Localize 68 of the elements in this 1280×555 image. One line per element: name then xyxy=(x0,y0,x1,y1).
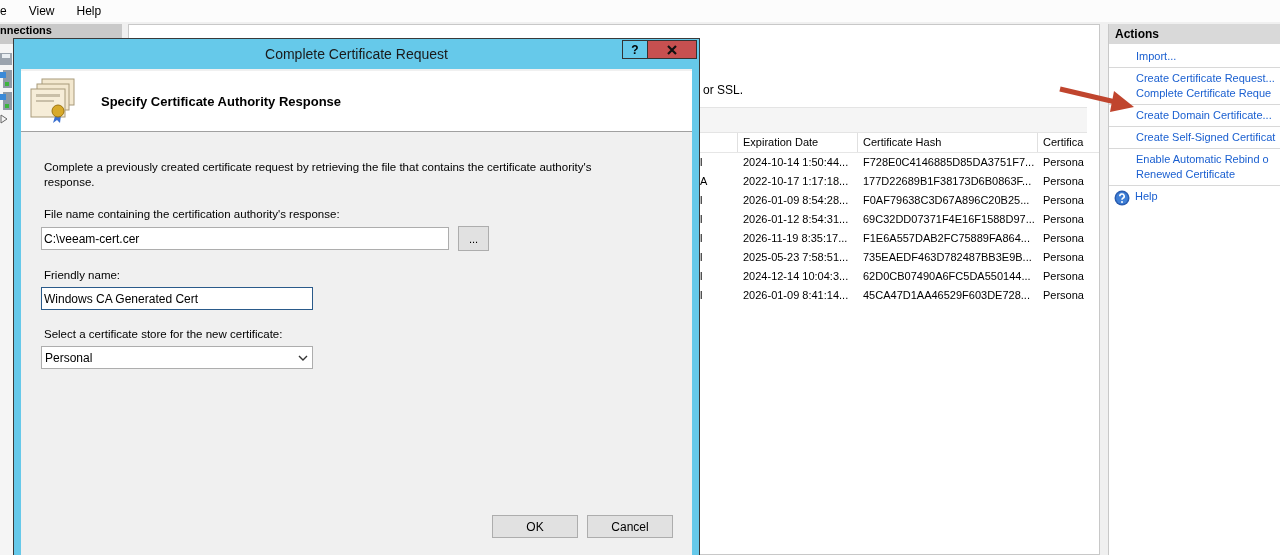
table-cell-text: Persona xyxy=(1042,269,1085,284)
table-cell-text: l xyxy=(700,250,704,265)
dialog-button[interactable]: Cancel xyxy=(587,515,673,538)
table-cell-text: 69C32DD07371F4E16F1588D97... xyxy=(862,212,1036,227)
table-cell-text: l xyxy=(700,212,704,227)
action-link[interactable]: Create Domain Certificate... xyxy=(1136,108,1272,123)
panel-title: Actions xyxy=(1109,24,1280,44)
table-cell-text: 2026-11-19 8:35:17... xyxy=(742,231,849,246)
table-cell-text: 177D22689B1F38173D6B0863F... xyxy=(862,174,1033,189)
chevron-icon xyxy=(298,354,308,361)
table-cell-text: 2025-05-23 7:58:51... xyxy=(742,250,850,265)
table-cell-text: l xyxy=(700,155,704,170)
action-link[interactable]: Help xyxy=(1135,189,1158,204)
action-link[interactable]: Create Self-Signed Certificat xyxy=(1136,130,1276,145)
table-cell-text: 62D0CB07490A6FC5DA550144... xyxy=(862,269,1032,284)
table-cell-text: l xyxy=(700,231,704,246)
column-header[interactable]: Expiration Date xyxy=(738,133,858,152)
column-header[interactable]: Certifica xyxy=(1038,133,1086,152)
help-icon xyxy=(1114,190,1130,206)
expand-icon xyxy=(0,114,8,124)
table-cell-text: l xyxy=(700,269,704,284)
menu-item[interactable]: e xyxy=(0,4,7,18)
close-icon xyxy=(667,44,677,55)
table-cell-text: Persona xyxy=(1042,212,1085,227)
table-cell-text: 2024-12-14 10:04:3... xyxy=(742,269,850,284)
close-button[interactable] xyxy=(647,40,697,59)
field-label: Select a certificate store for the new certificate: xyxy=(44,328,284,340)
table-cell-text: 2022-10-17 1:17:18... xyxy=(742,174,850,189)
table-cell-text: Persona xyxy=(1042,155,1085,170)
server-icon xyxy=(0,70,12,88)
table-cell-text: 735EAEDF463D782487BB3E9B... xyxy=(862,250,1033,265)
description-text: or SSL. xyxy=(702,82,745,98)
server-icon xyxy=(0,92,12,110)
dropdown[interactable]: Personal xyxy=(41,346,313,369)
description-text: Complete a previously created certificate request by retrieving the file that contains the certificate authority's response. xyxy=(44,160,593,190)
help-button[interactable]: ? xyxy=(622,40,648,59)
table-cell-text: 45CA47D1AA46529F603DE728... xyxy=(862,288,1031,303)
field-label: File name containing the certification authority's response: xyxy=(44,208,341,220)
menu-item[interactable]: View xyxy=(28,4,55,18)
table-cell-text: 2026-01-09 8:41:14... xyxy=(742,288,850,303)
action-link[interactable]: Create Certificate Request... xyxy=(1136,71,1275,86)
table-cell-text: Persona xyxy=(1042,231,1085,246)
dialog-heading: Specify Certificate Authority Response xyxy=(101,93,342,109)
table-cell-text: 2026-01-12 8:54:31... xyxy=(742,212,850,227)
action-link[interactable]: Complete Certificate Reque xyxy=(1136,86,1272,101)
table-cell-text: F0AF79638C3D67A896C20B25... xyxy=(862,193,1031,208)
table-cell-text: F728E0C4146885D85DA3751F7... xyxy=(862,155,1036,170)
table-cell-text: l xyxy=(700,288,704,303)
table-cell-text: F1E6A557DAB2FC75889FA864... xyxy=(862,231,1031,246)
table-cell-text: Persona xyxy=(1042,288,1085,303)
table-cell-text: l xyxy=(700,193,704,208)
dialog-button[interactable]: OK xyxy=(492,515,578,538)
table-cell-text: A xyxy=(700,174,709,189)
table-cell-text: Persona xyxy=(1042,174,1085,189)
table-cell-text: Persona xyxy=(1042,193,1085,208)
action-link[interactable]: Enable Automatic Rebind o Renewed Certificate xyxy=(1136,152,1269,182)
table-cell-text: Persona xyxy=(1042,250,1085,265)
field-label: Friendly name: xyxy=(44,269,122,281)
menu-item[interactable]: Help xyxy=(76,4,102,18)
input-field[interactable]: C:\veeam-cert.cer xyxy=(41,227,449,250)
action-link[interactable]: Import... xyxy=(1136,49,1177,64)
browse-button[interactable]: ... xyxy=(458,226,489,251)
input-field[interactable]: Windows CA Generated Cert xyxy=(41,287,313,310)
window-title: Complete Certificate Request xyxy=(265,45,448,64)
table-cell-text: 2024-10-14 1:50:44... xyxy=(742,155,850,170)
column-header[interactable]: Certificate Hash xyxy=(858,133,1038,152)
table-cell-text: 2026-01-09 8:54:28... xyxy=(742,193,850,208)
certificate-icon xyxy=(28,77,78,125)
